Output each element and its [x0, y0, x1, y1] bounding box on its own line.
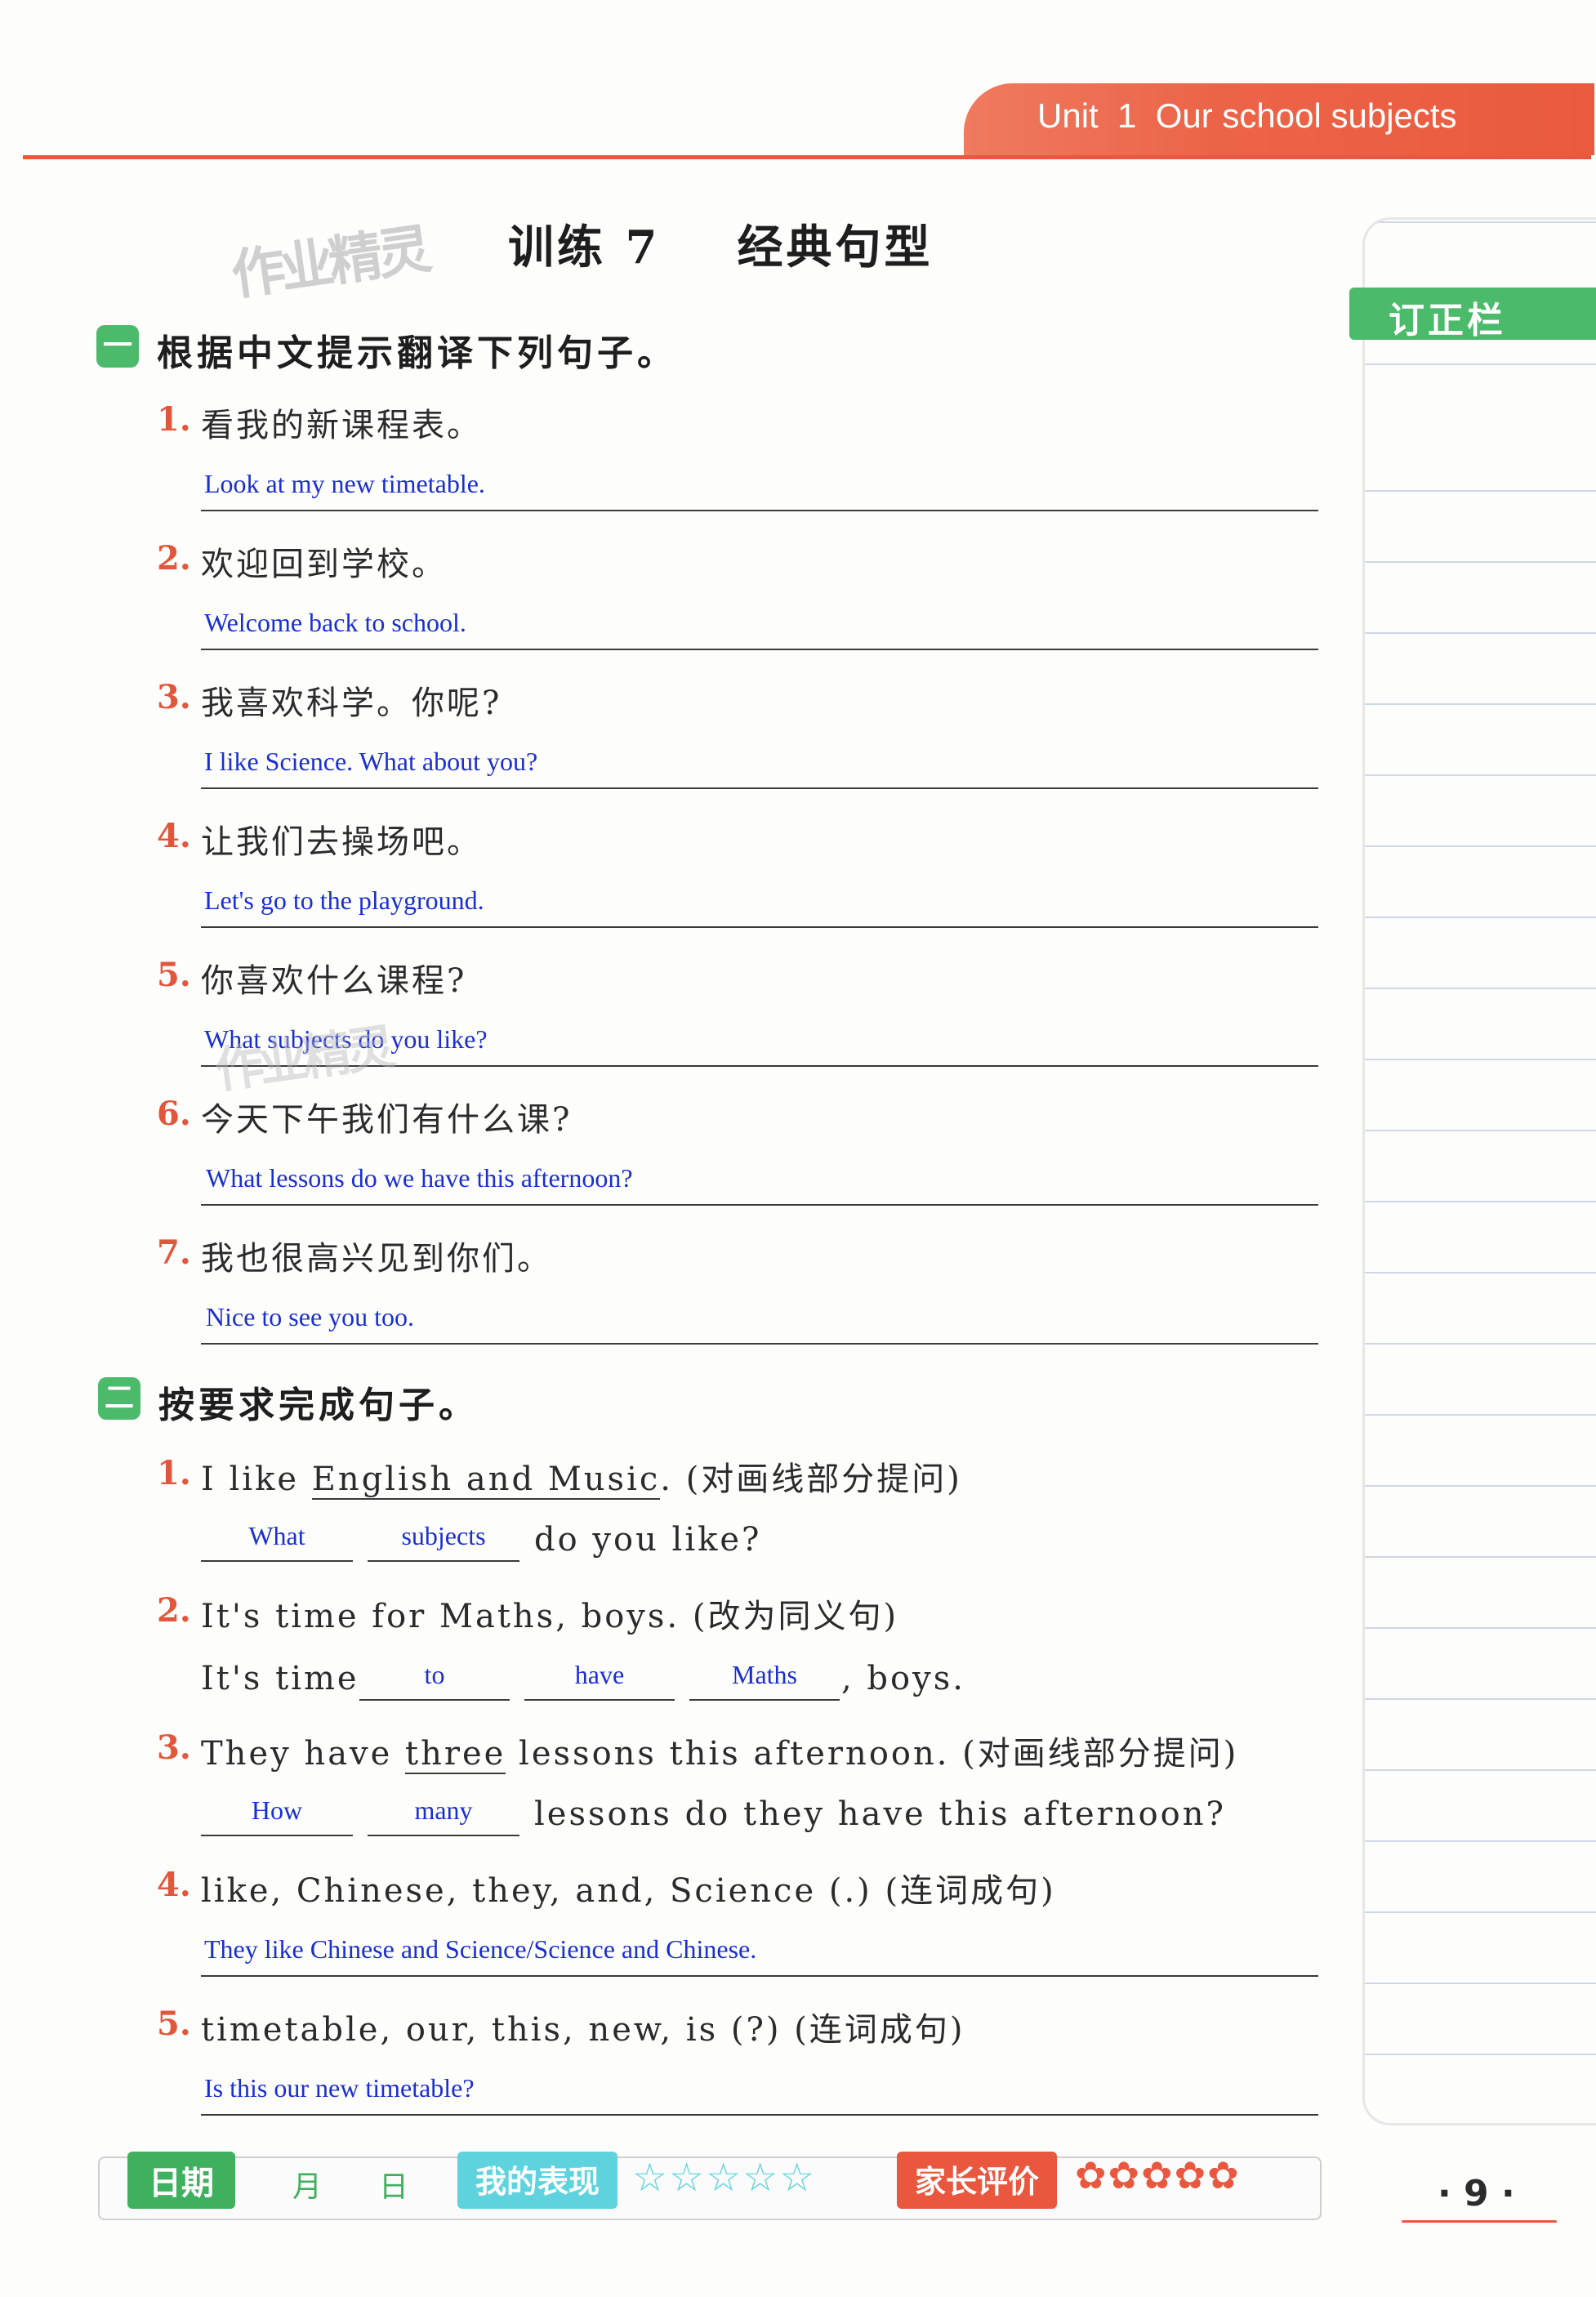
blank-line: [368, 1833, 519, 1836]
question-prompt: I like English and Music. (对画线部分提问): [201, 1452, 962, 1500]
blank-answer: to: [424, 1660, 445, 1689]
answer-line: [201, 649, 1318, 650]
blank-line: [368, 1559, 519, 1562]
item-number: 3.: [157, 1728, 191, 1767]
item-number: 2.: [157, 1591, 191, 1630]
unit-title: Unit 1 Our school subjects: [1037, 96, 1457, 135]
blank-line: [201, 1559, 353, 1562]
item-number: 6.: [157, 1095, 191, 1133]
item-number: 7.: [157, 1233, 191, 1272]
item-answer: Is this our new timetable?: [204, 2073, 475, 2103]
flower-rating-icon[interactable]: ✿✿✿✿✿: [1075, 2153, 1241, 2197]
item-prompt: 今天下午我们有什么课?: [201, 1101, 573, 1139]
date-label: 日期: [149, 2165, 214, 2202]
answer-line: [201, 926, 1318, 928]
watermark-logo: 作业精灵: [227, 217, 430, 308]
item-prompt: 你喜欢什么课程?: [201, 962, 467, 1000]
item-number: 5.: [157, 2005, 191, 2043]
section-1-title: 根据中文提示翻译下列句子。: [157, 332, 677, 374]
correction-column: [1362, 217, 1596, 2125]
blank-answer: Maths: [732, 1660, 797, 1689]
day-label: 日: [379, 2170, 409, 2204]
blank-answer: many: [414, 1795, 473, 1825]
star-rating-icon[interactable]: ☆☆☆☆☆: [632, 2155, 816, 2201]
item-number: 1.: [157, 400, 191, 439]
blank-answer: How: [251, 1795, 303, 1825]
item-number: 4.: [157, 1866, 191, 1904]
item-answer: Let's go to the playground.: [204, 885, 484, 915]
answer-line: [201, 1204, 1318, 1206]
question-lead: It's time: [201, 1660, 359, 1697]
question-tail: do you like?: [534, 1521, 762, 1559]
prompt-instruction: . (对画线部分提问): [660, 1461, 962, 1498]
item-prompt: 我也很高兴见到你们。: [201, 1240, 552, 1278]
underlined-phrase: three: [405, 1735, 506, 1774]
page-number-underline: [1402, 2220, 1557, 2223]
question-prompt: timetable, our, this, new, is (?) (连词成句): [201, 2011, 965, 2049]
item-prompt: 我喜欢科学。你呢?: [201, 685, 502, 722]
blank-answer: What: [248, 1521, 305, 1550]
item-number: 1.: [157, 1454, 191, 1492]
item-answer: What lessons do we have this afternoon?: [206, 1163, 633, 1193]
watermark-logo: 作业精灵: [211, 1019, 395, 1100]
blank-line: [524, 1697, 675, 1701]
question-tail: , boys.: [841, 1660, 965, 1697]
blank-answer: have: [574, 1660, 625, 1689]
answer-line: [201, 787, 1318, 789]
item-prompt: 欢迎回到学校。: [201, 546, 447, 583]
item-answer: I like Science. What about you?: [204, 747, 538, 776]
item-number: 5.: [157, 956, 191, 994]
question-prompt: like, Chinese, they, and, Science (.) (连…: [201, 1872, 1056, 1910]
question-prompt: They have three lessons this afternoon. …: [201, 1727, 1238, 1774]
item-number: 2.: [157, 539, 191, 578]
performance-label: 我的表现: [475, 2164, 600, 2200]
item-number: 4.: [157, 817, 191, 855]
item-answer: They like Chinese and Science/Science an…: [204, 1934, 757, 1964]
blank-line: [201, 1833, 353, 1836]
section-2-badge-label: 二: [104, 1381, 134, 1415]
item-answer: Welcome back to school.: [204, 608, 466, 637]
blank-answer: subjects: [401, 1521, 486, 1550]
answer-line: [201, 1343, 1318, 1345]
page-number: · 9 ·: [1438, 2173, 1515, 2214]
item-answer: Look at my new timetable.: [204, 469, 485, 498]
prompt-text: They have: [201, 1735, 406, 1773]
item-prompt: 让我们去操场吧。: [201, 823, 482, 861]
header-rule: [23, 155, 1591, 159]
answer-line: [201, 510, 1318, 511]
answer-line: [201, 1975, 1318, 1977]
correction-tag-label: 订正栏: [1389, 300, 1506, 341]
section-1-badge-label: 一: [102, 329, 132, 363]
blank-line: [689, 1697, 840, 1701]
item-number: 3.: [157, 678, 191, 716]
parent-review-label: 家长评价: [914, 2164, 1039, 2200]
item-prompt: 看我的新课程表。: [201, 407, 482, 444]
underlined-phrase: English and Music: [311, 1461, 661, 1500]
prompt-instruction: lessons this afternoon. (对画线部分提问): [506, 1735, 1239, 1773]
page-title: 训练 7 经典句型: [508, 221, 934, 274]
prompt-text: I like: [201, 1461, 312, 1498]
question-prompt: It's time for Maths, boys. (改为同义句): [201, 1598, 899, 1635]
month-label: 月: [292, 2170, 323, 2204]
question-tail: lessons do they have this afternoon?: [534, 1795, 1226, 1833]
item-answer: Nice to see you too.: [206, 1302, 415, 1331]
blank-line: [359, 1697, 510, 1701]
section-2-title: 按要求完成句子。: [158, 1385, 479, 1426]
answer-line: [201, 2114, 1318, 2116]
